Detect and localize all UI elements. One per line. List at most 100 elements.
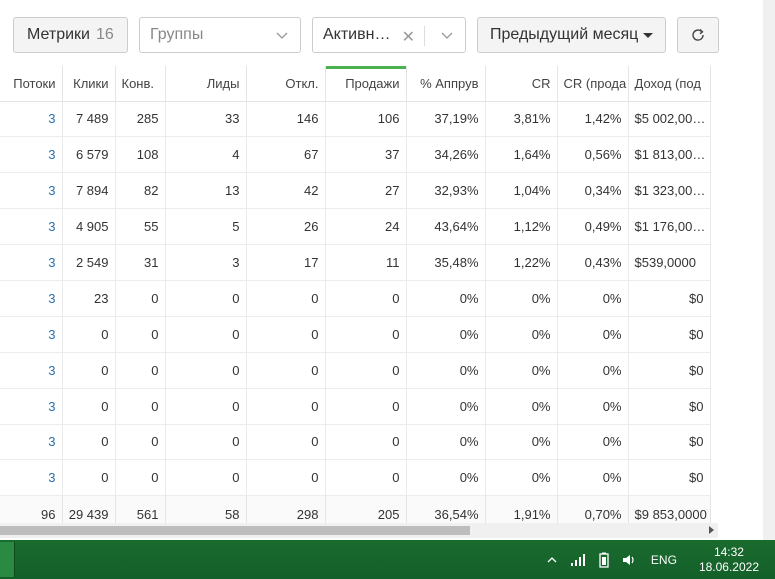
column-header-sales[interactable]: Продажи: [325, 66, 407, 102]
table-cell: 0,49%: [557, 208, 629, 246]
flows-link[interactable]: 3: [0, 244, 63, 281]
table-cell: 0: [115, 388, 166, 425]
column-header-cr[interactable]: CR: [485, 66, 558, 102]
column-header-leads[interactable]: Лиды: [165, 66, 247, 102]
metrics-count: 16: [95, 26, 114, 43]
table-cell: 106: [325, 101, 407, 138]
table-cell: 0,43%: [557, 244, 629, 281]
table-cell: $1 813,00…: [628, 136, 711, 174]
scroll-right-arrow-icon[interactable]: [709, 526, 714, 534]
column-header-approve-rate[interactable]: % Аппрув: [406, 66, 486, 102]
table-cell: 82: [115, 172, 166, 210]
column-header-conversions[interactable]: Конв.: [115, 66, 166, 102]
taskbar: ENG 14:32 18.06.2022: [0, 540, 775, 579]
table-row: 32 549 31 3 17 11 35,48% 1,22% 0,43% $539,0000: [0, 244, 711, 281]
flows-link[interactable]: 3: [0, 459, 63, 497]
column-header-flows[interactable]: Потоки: [0, 66, 63, 102]
table-cell: 2 549: [62, 244, 116, 281]
table-cell: 0%: [406, 388, 486, 425]
column-header-cr-sales[interactable]: CR (прода: [557, 66, 629, 102]
table-cell: 0: [62, 424, 116, 461]
table-cell: $1 323,00…: [628, 172, 711, 210]
clock[interactable]: 14:32 18.06.2022: [699, 545, 759, 575]
flows-link[interactable]: 3: [0, 424, 63, 461]
total-cell: 298: [246, 495, 326, 523]
table-cell: $0: [628, 424, 711, 461]
table-cell: 285: [115, 101, 166, 138]
table-cell: 0: [325, 316, 407, 353]
table-cell: 42: [246, 172, 326, 210]
metrics-button[interactable]: Метрики 16: [13, 17, 128, 53]
volume-icon[interactable]: [621, 551, 639, 569]
clock-date: 18.06.2022: [698, 559, 759, 574]
total-cell: 29 439: [62, 495, 116, 523]
table-cell: 17: [246, 244, 326, 281]
table-cell: 43,64%: [406, 208, 486, 246]
table-cell: 0%: [557, 388, 629, 425]
horizontal-scrollbar[interactable]: [0, 523, 718, 538]
table-cell: 0%: [406, 459, 486, 497]
flows-link[interactable]: 3: [0, 388, 63, 425]
flows-link[interactable]: 3: [0, 316, 63, 353]
table-cell: 0%: [485, 388, 558, 425]
total-cell: 58: [165, 495, 247, 523]
refresh-button[interactable]: [677, 17, 719, 53]
column-header-rejected[interactable]: Откл.: [246, 66, 326, 102]
table-cell: 0: [115, 352, 166, 389]
table-row: 3 0 0 0 0 0 0% 0% 0% $0: [0, 388, 711, 425]
language-indicator[interactable]: ENG: [651, 553, 677, 567]
column-header-clicks[interactable]: Клики: [62, 66, 116, 102]
table-cell: 0: [246, 280, 326, 317]
flows-link[interactable]: 3: [0, 208, 63, 246]
table-cell: 0,34%: [557, 172, 629, 210]
table-cell: 0: [115, 459, 166, 497]
table-cell: 146: [246, 101, 326, 138]
table-row: 3 0 0 0 0 0 0% 0% 0% $0: [0, 316, 711, 353]
table-cell: 0: [246, 388, 326, 425]
table-cell: 1,42%: [557, 101, 629, 138]
column-header-income[interactable]: Доход (под: [628, 66, 711, 102]
flows-link[interactable]: 3: [0, 172, 63, 210]
signal-icon[interactable]: [569, 551, 587, 569]
table-row: 36 579 108 4 67 37 34,26% 1,64% 0,56% $1 813,00…: [0, 136, 711, 174]
chevron-down-icon: [276, 32, 288, 39]
flows-link[interactable]: 3: [0, 352, 63, 389]
table-cell: 0: [62, 352, 116, 389]
flows-link[interactable]: 3: [0, 136, 63, 174]
table-row: 3 0 0 0 0 0 0% 0% 0% $0: [0, 459, 711, 497]
table-cell: 0%: [557, 424, 629, 461]
clock-time: 14:32: [713, 544, 744, 559]
table-cell: 1,12%: [485, 208, 558, 246]
table-cell: 37: [325, 136, 407, 174]
table-cell: 33: [165, 101, 247, 138]
period-dropdown-button[interactable]: Предыдущий месяц: [477, 17, 666, 53]
table-cell: $0: [628, 459, 711, 497]
table-cell: 0: [165, 388, 247, 425]
table-cell: 0%: [485, 424, 558, 461]
flows-link[interactable]: 3: [0, 280, 63, 317]
taskbar-app-button[interactable]: [0, 542, 15, 577]
horizontal-scroll-thumb[interactable]: [0, 526, 470, 535]
groups-select[interactable]: Группы: [139, 17, 301, 53]
table-cell: 5: [165, 208, 247, 246]
caret-down-icon: [643, 33, 653, 38]
table-cell: $0: [628, 352, 711, 389]
total-cell: 561: [115, 495, 166, 523]
chevron-up-icon[interactable]: [543, 551, 561, 569]
table-cell: 0: [165, 280, 247, 317]
table-cell: 0: [62, 459, 116, 497]
table-row: 34 905 55 5 26 24 43,64% 1,12% 0,49% $1 176,00…: [0, 208, 711, 246]
table-cell: 0: [325, 459, 407, 497]
table-cell: 1,64%: [485, 136, 558, 174]
table-cell: $0: [628, 280, 711, 317]
battery-icon[interactable]: [595, 551, 613, 569]
clear-icon[interactable]: ✕: [402, 27, 415, 47]
chevron-down-icon: [441, 32, 453, 39]
table-cell: 0%: [485, 280, 558, 317]
vertical-scrollbar[interactable]: [763, 0, 775, 540]
table-cell: 0%: [406, 280, 486, 317]
table-cell: 31: [115, 244, 166, 281]
flows-link[interactable]: 3: [0, 101, 63, 138]
table-header-row: Потоки Клики Конв. Лиды Откл. Продажи % …: [0, 66, 711, 102]
status-select[interactable]: Активн… ✕: [312, 17, 466, 53]
